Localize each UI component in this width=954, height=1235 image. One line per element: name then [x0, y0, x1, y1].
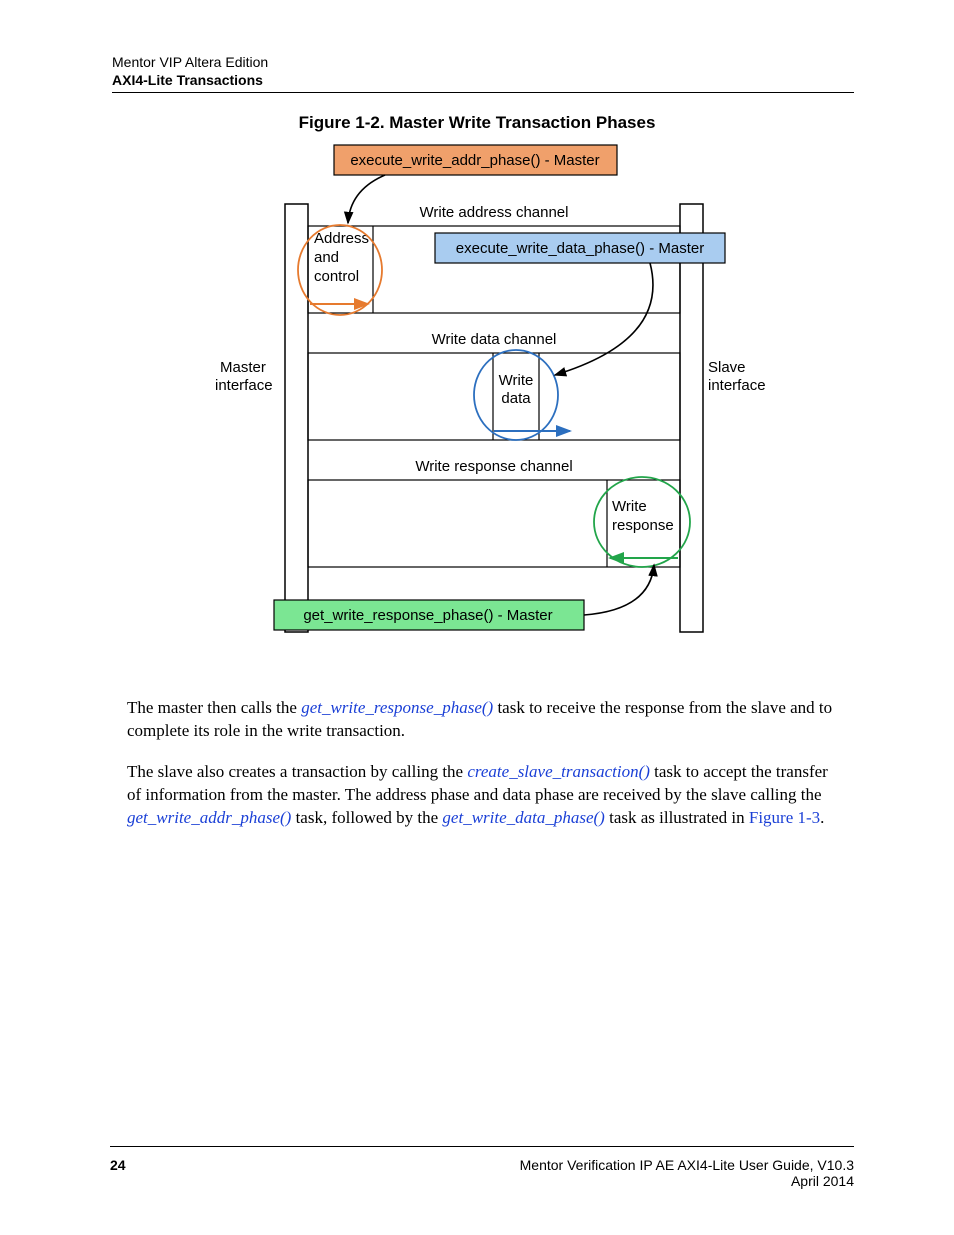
label-write-resp-2: response	[612, 517, 674, 534]
label-write-addr-channel: Write address channel	[420, 204, 569, 221]
p2-c: task, followed by the	[291, 808, 442, 827]
link-get-write-addr-phase[interactable]: get_write_addr_phase()	[127, 808, 291, 827]
link-figure-1-3[interactable]: Figure 1-3	[749, 808, 820, 827]
arrow-respbox-to-circle	[584, 565, 654, 615]
master-interface-bar	[285, 204, 308, 632]
label-write-resp-1: Write	[612, 498, 647, 515]
link-get-write-response-phase[interactable]: get_write_response_phase()	[301, 698, 493, 717]
label-write-data-channel: Write data channel	[432, 331, 557, 348]
label-get-write-resp: get_write_response_phase() - Master	[303, 607, 552, 624]
footer-title: Mentor Verification IP AE AXI4-Lite User…	[520, 1157, 854, 1173]
header-line-2: AXI4-Lite Transactions	[112, 72, 854, 90]
slave-interface-bar	[680, 204, 703, 632]
p2-a: The slave also creates a transaction by …	[127, 762, 467, 781]
label-master-2: interface	[215, 377, 273, 394]
footer-rule	[110, 1146, 854, 1147]
para-2: The slave also creates a transaction by …	[127, 761, 839, 830]
para-1: The master then calls the get_write_resp…	[127, 697, 839, 743]
footer: 24 Mentor Verification IP AE AXI4-Lite U…	[110, 1157, 854, 1189]
label-addr-ctrl-3: control	[314, 268, 359, 285]
body-text: The master then calls the get_write_resp…	[127, 697, 839, 846]
figure-diagram: Master interface Slave interface execute…	[210, 140, 790, 670]
label-addr-ctrl-1: Address	[314, 230, 369, 247]
header-line-1: Mentor VIP Altera Edition	[112, 54, 854, 72]
label-master-1: Master	[220, 359, 266, 376]
p2-e: .	[820, 808, 824, 827]
label-write-resp-channel: Write response channel	[415, 458, 572, 475]
header-rule	[112, 92, 854, 93]
label-write-data-2: data	[501, 390, 531, 407]
p1-a: The master then calls the	[127, 698, 301, 717]
arrow-addrbox-to-circle	[348, 175, 385, 223]
link-get-write-data-phase[interactable]: get_write_data_phase()	[442, 808, 604, 827]
label-write-data-1: Write	[499, 372, 534, 389]
page: Mentor VIP Altera Edition AXI4-Lite Tran…	[0, 0, 954, 1235]
label-slave-2: interface	[708, 377, 766, 394]
link-create-slave-transaction[interactable]: create_slave_transaction()	[467, 762, 650, 781]
lane-write-data	[308, 353, 680, 440]
label-exec-write-data: execute_write_data_phase() - Master	[456, 240, 704, 257]
figure-caption: Figure 1-2. Master Write Transaction Pha…	[0, 113, 954, 133]
footer-date: April 2014	[520, 1173, 854, 1189]
label-exec-write-addr: execute_write_addr_phase() - Master	[350, 152, 599, 169]
label-addr-ctrl-2: and	[314, 249, 339, 266]
arrow-databox-to-circle	[555, 263, 653, 375]
page-number: 24	[110, 1157, 126, 1173]
p2-d: task as illustrated in	[605, 808, 749, 827]
running-header: Mentor VIP Altera Edition AXI4-Lite Tran…	[112, 54, 854, 89]
label-slave-1: Slave	[708, 359, 746, 376]
